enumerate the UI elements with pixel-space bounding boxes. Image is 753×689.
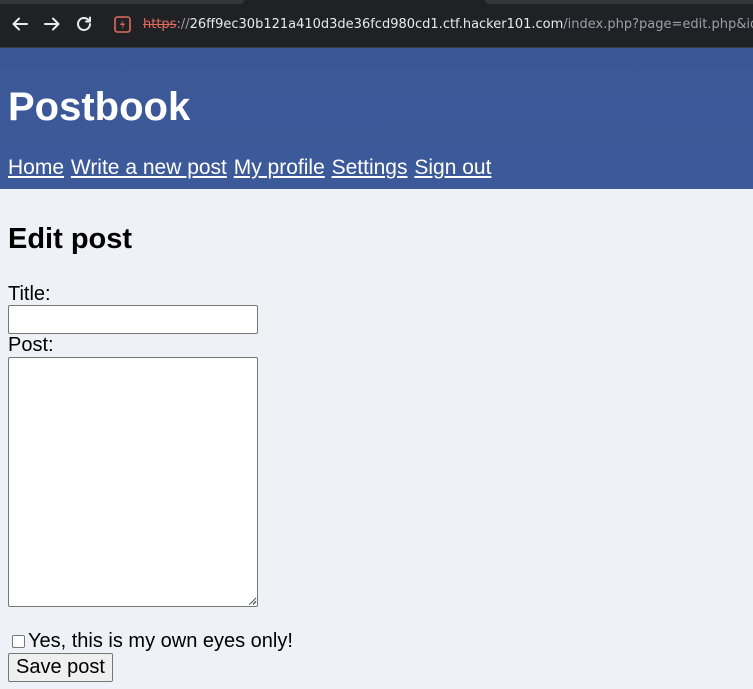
url-path: /index.php?page=edit.php&id=4 (563, 17, 753, 32)
forward-button[interactable] (40, 12, 64, 36)
nav-write-post-link[interactable]: Write a new post (71, 156, 227, 179)
private-option: Yes, this is my own eyes only! (8, 629, 293, 653)
save-post-button[interactable]: Save post (8, 653, 113, 682)
back-button[interactable] (8, 12, 32, 36)
inactive-tab-edge[interactable] (485, 0, 753, 4)
not-secure-icon[interactable] (114, 16, 131, 34)
post-textarea[interactable] (8, 357, 258, 607)
title-label: Title: (8, 283, 51, 305)
url-separator: :// (176, 17, 190, 32)
private-checkbox[interactable] (12, 634, 25, 648)
reload-button[interactable] (72, 12, 96, 36)
site-title: Postbook (8, 85, 191, 129)
active-tab-edge[interactable] (0, 0, 244, 4)
nav-my-profile-link[interactable]: My profile (234, 156, 325, 179)
page-title: Edit post (8, 223, 133, 255)
url-scheme: https (143, 17, 177, 32)
title-input[interactable] (8, 305, 258, 334)
nav-sign-out-link[interactable]: Sign out (414, 156, 491, 179)
resize-grip-icon[interactable] (248, 596, 257, 605)
nav-settings-link[interactable]: Settings (332, 156, 408, 179)
private-checkbox-label[interactable]: Yes, this is my own eyes only! (28, 629, 293, 653)
back-icon (12, 17, 28, 31)
main-nav: Home Write a new post My profile Setting… (8, 155, 492, 181)
url-host: 26ff9ec30b121a410d3de36fcd980cd1.ctf.hac… (189, 17, 564, 32)
reload-icon (77, 16, 91, 31)
post-label: Post: (8, 334, 54, 356)
address-bar[interactable]: https://26ff9ec30b121a410d3de36fcd980cd1… (104, 8, 753, 41)
browser-toolbar: https://26ff9ec30b121a410d3de36fcd980cd1… (0, 0, 753, 48)
nav-home-link[interactable]: Home (8, 156, 64, 179)
forward-icon (44, 17, 60, 31)
